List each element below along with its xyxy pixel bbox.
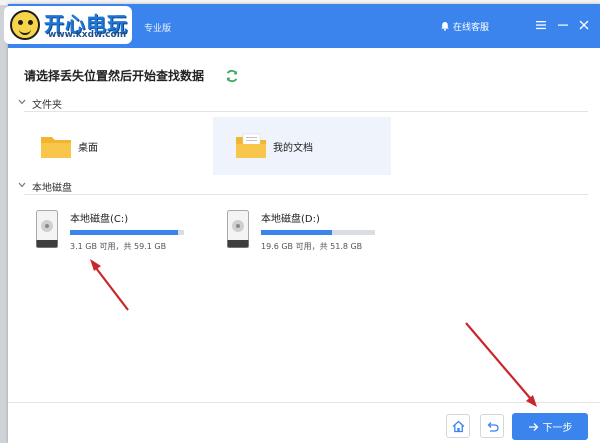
disk-d[interactable]: 本地磁盘(D:) 19.6 GB 可用，共 51.8 GB	[227, 208, 407, 256]
undo-icon	[487, 421, 499, 432]
menu-icon	[536, 21, 546, 30]
folder-section-toggle[interactable]: 文件夹	[18, 96, 62, 111]
logo-url: www.kxdw.com	[48, 30, 127, 40]
menu-button[interactable]	[532, 16, 550, 34]
disk-usage-fill	[70, 230, 179, 235]
online-service-label: 在线客服	[453, 22, 490, 33]
chevron-down-icon	[18, 181, 32, 191]
page-heading: 请选择丢失位置然后开始查找数据	[24, 69, 205, 83]
back-button[interactable]	[480, 414, 504, 438]
title-bar: 开心电玩 www.kxdw.com 专业版 在线客服	[4, 4, 600, 48]
folder-label: 桌面	[78, 142, 98, 154]
refresh-icon[interactable]	[225, 69, 239, 83]
minimize-icon	[558, 24, 568, 26]
divider	[24, 194, 588, 195]
close-button[interactable]	[575, 16, 593, 34]
desktop-left-strip	[0, 6, 8, 443]
smiley-icon	[10, 10, 40, 40]
site-logo: 开心电玩 www.kxdw.com	[4, 4, 144, 48]
disk-name: 本地磁盘(C:)	[70, 214, 129, 225]
folder-my-documents[interactable]: 我的文档	[213, 117, 391, 175]
hard-drive-icon	[227, 210, 249, 248]
home-icon	[452, 420, 464, 432]
disk-usage-fill	[261, 230, 332, 235]
disk-section-label: 本地磁盘	[32, 182, 72, 194]
footer-divider	[8, 402, 600, 403]
folder-label: 我的文档	[273, 142, 313, 154]
documents-folder-icon	[236, 133, 266, 158]
app-window: 开心电玩 www.kxdw.com 专业版 在线客服 请选择丢失位置然后开始查找…	[4, 4, 600, 443]
close-icon	[579, 20, 589, 30]
folder-section-label: 文件夹	[32, 99, 62, 111]
disk-space-info: 19.6 GB 可用，共 51.8 GB	[261, 242, 363, 251]
edition-label: 专业版	[144, 24, 172, 34]
arrow-right-icon	[528, 422, 538, 431]
disk-c[interactable]: 本地磁盘(C:) 3.1 GB 可用，共 59.1 GB	[36, 208, 216, 256]
hard-drive-icon	[36, 210, 58, 248]
chevron-down-icon	[18, 98, 32, 108]
bell-icon	[441, 22, 449, 31]
folder-desktop[interactable]: 桌面	[18, 117, 196, 175]
next-step-label: 下一步	[542, 423, 573, 434]
disk-section-toggle[interactable]: 本地磁盘	[18, 179, 72, 194]
divider	[24, 111, 588, 112]
next-step-button[interactable]: 下一步	[512, 413, 588, 440]
home-button[interactable]	[446, 414, 470, 438]
disk-name: 本地磁盘(D:)	[261, 214, 320, 225]
folder-icon	[41, 137, 71, 158]
online-service-button[interactable]: 在线客服	[440, 19, 489, 33]
disk-usage-bar	[70, 230, 184, 235]
minimize-button[interactable]	[554, 16, 572, 34]
disk-space-info: 3.1 GB 可用，共 59.1 GB	[70, 242, 167, 251]
disk-usage-bar	[261, 230, 375, 235]
